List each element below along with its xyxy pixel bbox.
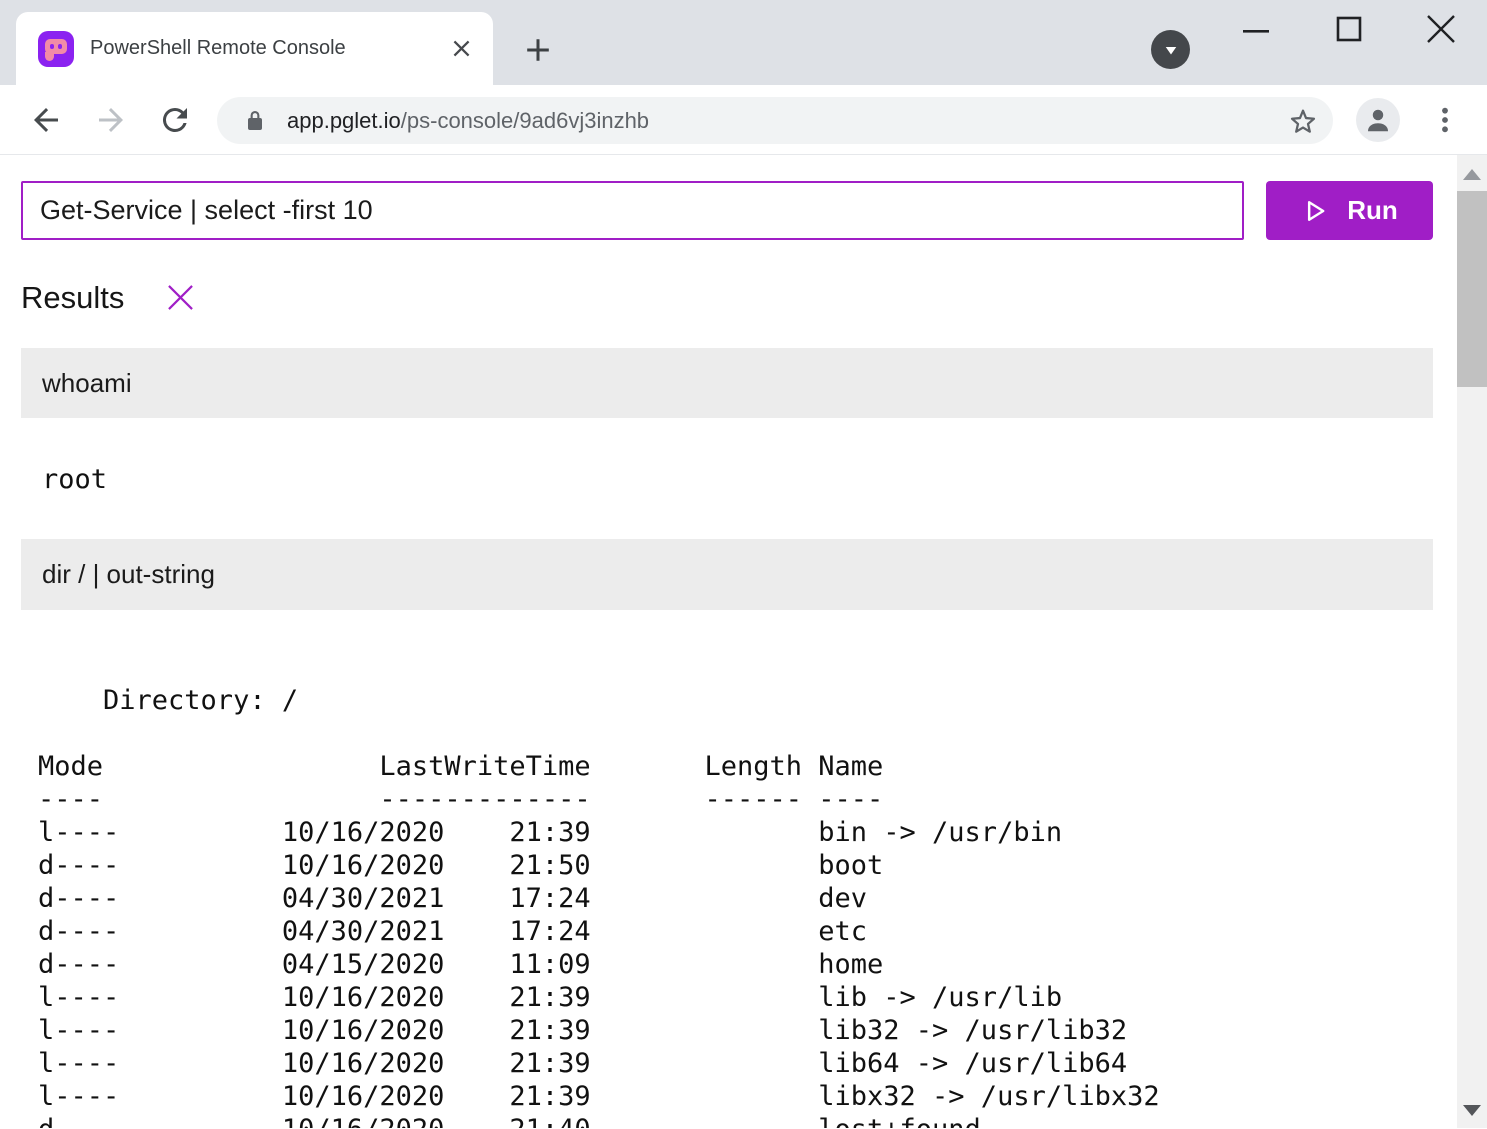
minimize-icon[interactable] — [1241, 16, 1271, 46]
history-command-dir: dir / | out-string — [21, 539, 1433, 610]
command-text: whoami — [42, 368, 132, 399]
command-output-root: root — [21, 464, 1433, 495]
scrollbar-thumb[interactable] — [1457, 191, 1487, 387]
close-tab-icon[interactable] — [448, 35, 475, 62]
close-window-icon[interactable] — [1424, 12, 1458, 46]
results-header: Results — [21, 279, 1433, 316]
vertical-scrollbar[interactable] — [1457, 155, 1487, 1128]
play-icon — [1301, 197, 1329, 225]
tab-search-caret-icon[interactable] — [1151, 30, 1190, 69]
url-path: /ps-console/9ad6vj3inzhb — [401, 108, 649, 133]
run-button-label: Run — [1347, 195, 1398, 226]
run-button[interactable]: Run — [1266, 181, 1433, 240]
command-row: Run — [21, 181, 1433, 240]
lock-icon[interactable] — [243, 109, 267, 133]
address-bar[interactable]: app.pglet.io/ps-console/9ad6vj3inzhb — [217, 97, 1333, 144]
browser-toolbar: app.pglet.io/ps-console/9ad6vj3inzhb — [0, 85, 1487, 155]
back-icon[interactable] — [28, 102, 64, 138]
page-content: Run Results whoami root dir / | out-stri… — [0, 155, 1487, 1128]
maximize-icon[interactable] — [1334, 14, 1364, 44]
browser-menu-icon[interactable] — [1431, 102, 1459, 138]
browser-tab[interactable]: PowerShell Remote Console — [16, 12, 493, 85]
scroll-down-icon[interactable] — [1463, 1105, 1481, 1116]
tab-title: PowerShell Remote Console — [90, 37, 448, 60]
console-output: Directory: / Mode LastWriteTime Length N… — [21, 684, 1433, 1128]
new-tab-icon[interactable] — [520, 32, 556, 68]
reload-icon[interactable] — [157, 102, 193, 138]
command-text: dir / | out-string — [42, 559, 215, 590]
scroll-up-icon[interactable] — [1463, 169, 1481, 180]
forward-icon[interactable] — [93, 102, 129, 138]
command-input[interactable] — [21, 181, 1244, 240]
url-domain: app.pglet.io — [287, 108, 401, 133]
results-title: Results — [21, 280, 124, 316]
tab-strip: PowerShell Remote Console — [0, 0, 1487, 85]
bookmark-star-icon[interactable] — [1287, 105, 1319, 137]
pglet-logo-icon — [38, 31, 74, 67]
profile-avatar-icon[interactable] — [1356, 98, 1400, 142]
url-text: app.pglet.io/ps-console/9ad6vj3inzhb — [287, 108, 649, 134]
clear-results-icon[interactable] — [162, 279, 199, 316]
history-command-whoami: whoami — [21, 348, 1433, 418]
